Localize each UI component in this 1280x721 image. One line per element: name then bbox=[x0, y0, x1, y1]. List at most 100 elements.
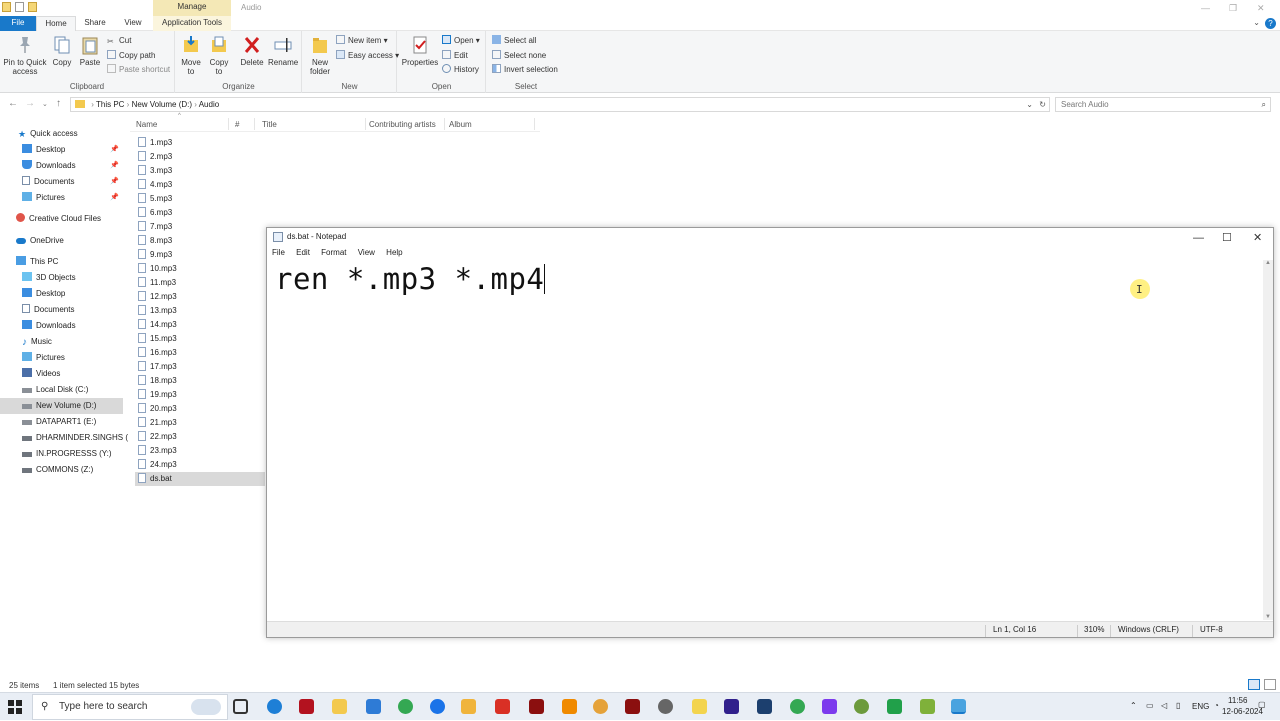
file-row[interactable]: 23.mp3 bbox=[135, 444, 265, 458]
rename-button[interactable]: Rename bbox=[268, 35, 298, 67]
nav-network-drive-y[interactable]: IN.PROGRESSS (Y:) bbox=[0, 446, 123, 462]
notepad-taskbar-icon[interactable] bbox=[951, 699, 966, 714]
invert-selection-button[interactable]: Invert selection bbox=[492, 64, 558, 76]
new-item-button[interactable]: New item ▾ bbox=[336, 35, 388, 47]
file-row[interactable]: 13.mp3 bbox=[135, 304, 265, 318]
nav-this-pc[interactable]: This PC bbox=[0, 254, 123, 270]
open-button[interactable]: Open ▾ bbox=[442, 35, 480, 47]
nav-new-volume-d[interactable]: New Volume (D:) bbox=[0, 398, 123, 414]
minimize-icon[interactable]: — bbox=[1201, 3, 1210, 13]
file-row[interactable]: 16.mp3 bbox=[135, 346, 265, 360]
back-icon[interactable]: ← bbox=[8, 98, 18, 109]
chrome-icon[interactable] bbox=[398, 699, 413, 714]
notes-icon[interactable] bbox=[692, 699, 707, 714]
close-icon[interactable]: ✕ bbox=[1257, 3, 1265, 14]
menu-file[interactable]: File bbox=[272, 248, 285, 257]
paste-shortcut-button[interactable]: Paste shortcut bbox=[107, 64, 170, 76]
app-icon[interactable] bbox=[854, 699, 869, 714]
nav-local-disk-c[interactable]: Local Disk (C:) bbox=[0, 382, 123, 398]
file-row[interactable]: 7.mp3 bbox=[135, 220, 265, 234]
animate-icon[interactable] bbox=[625, 699, 640, 714]
search-input[interactable]: Search Audio ⌕ bbox=[1055, 97, 1271, 112]
tab-share[interactable]: Share bbox=[76, 16, 114, 31]
breadcrumb-audio[interactable]: Audio bbox=[199, 100, 219, 109]
file-row[interactable]: 20.mp3 bbox=[135, 402, 265, 416]
task-view-icon[interactable] bbox=[233, 699, 248, 714]
nav-quick-access[interactable]: ★ Quick access bbox=[0, 126, 123, 142]
file-row[interactable]: 21.mp3 bbox=[135, 416, 265, 430]
breadcrumb-new-volume[interactable]: New Volume (D:) bbox=[132, 100, 192, 109]
nav-pc-documents[interactable]: Documents bbox=[0, 302, 123, 318]
visual-studio-icon[interactable] bbox=[724, 699, 739, 714]
app-icon[interactable] bbox=[658, 699, 673, 714]
paste-button[interactable]: Paste bbox=[77, 35, 103, 67]
column-divider[interactable] bbox=[228, 118, 229, 130]
file-row[interactable]: 22.mp3 bbox=[135, 430, 265, 444]
flash-icon[interactable] bbox=[299, 699, 314, 714]
column-divider[interactable] bbox=[444, 118, 445, 130]
file-row[interactable]: ds.bat bbox=[135, 472, 265, 486]
address-dropdown-icon[interactable]: ⌄ bbox=[1026, 98, 1033, 111]
column-divider[interactable] bbox=[254, 118, 255, 130]
nav-videos[interactable]: Videos bbox=[0, 366, 123, 382]
select-none-button[interactable]: Select none bbox=[492, 50, 546, 62]
menu-format[interactable]: Format bbox=[321, 248, 346, 257]
wifi-icon[interactable]: ◔ bbox=[1214, 701, 1219, 710]
scroll-up-icon[interactable]: ▲ bbox=[1265, 260, 1271, 266]
file-explorer-icon[interactable] bbox=[332, 699, 347, 714]
nav-datapart1-e[interactable]: DATAPART1 (E:) bbox=[0, 414, 123, 430]
file-row[interactable]: 17.mp3 bbox=[135, 360, 265, 374]
column-title[interactable]: Title bbox=[262, 120, 277, 129]
app-icon[interactable] bbox=[822, 699, 837, 714]
column-divider[interactable] bbox=[365, 118, 366, 130]
calculator-icon[interactable] bbox=[366, 699, 381, 714]
large-icons-view-icon[interactable] bbox=[1264, 679, 1276, 690]
pin-to-quick-access-button[interactable]: Pin to Quick access bbox=[2, 35, 48, 76]
pin-icon[interactable]: 📌 bbox=[110, 190, 119, 206]
media-icon[interactable] bbox=[461, 699, 476, 714]
chrome-icon[interactable] bbox=[593, 699, 608, 714]
file-row[interactable]: 1.mp3 bbox=[135, 136, 265, 150]
nav-onedrive[interactable]: OneDrive bbox=[0, 233, 123, 249]
nav-downloads[interactable]: Downloads 📌 bbox=[0, 158, 123, 174]
new-folder-button[interactable]: New folder bbox=[305, 35, 335, 76]
copy-path-button[interactable]: Copy path bbox=[107, 50, 155, 62]
network-icon[interactable]: ▭ bbox=[1146, 701, 1154, 710]
visio-icon[interactable] bbox=[757, 699, 772, 714]
app-icon[interactable] bbox=[887, 699, 902, 714]
file-row[interactable]: 12.mp3 bbox=[135, 290, 265, 304]
tab-home[interactable]: Home bbox=[36, 16, 76, 31]
tab-file[interactable]: File bbox=[0, 16, 36, 31]
breadcrumb-this-pc[interactable]: This PC bbox=[96, 100, 124, 109]
chevron-down-icon[interactable]: ⌄ bbox=[1253, 18, 1260, 27]
file-row[interactable]: 15.mp3 bbox=[135, 332, 265, 346]
acrobat-icon[interactable] bbox=[495, 699, 510, 714]
taskbar-search-input[interactable]: ⚲ Type here to search bbox=[32, 694, 228, 720]
menu-help[interactable]: Help bbox=[386, 248, 402, 257]
menu-edit[interactable]: Edit bbox=[296, 248, 310, 257]
file-row[interactable]: 3.mp3 bbox=[135, 164, 265, 178]
notifications-icon[interactable]: ▢ bbox=[1258, 700, 1266, 709]
history-button[interactable]: History bbox=[442, 64, 479, 76]
nav-pc-pictures[interactable]: Pictures bbox=[0, 350, 123, 366]
up-icon[interactable]: ↑ bbox=[56, 98, 61, 109]
column-number[interactable]: # bbox=[235, 120, 239, 129]
nav-pc-desktop[interactable]: Desktop bbox=[0, 286, 123, 302]
chevron-up-icon[interactable]: ⌃ bbox=[1130, 701, 1137, 710]
file-row[interactable]: 4.mp3 bbox=[135, 178, 265, 192]
nav-pc-downloads[interactable]: Downloads bbox=[0, 318, 123, 334]
close-icon[interactable]: ✕ bbox=[1253, 229, 1262, 247]
nav-music[interactable]: ♪ Music bbox=[0, 334, 123, 350]
app-icon[interactable] bbox=[430, 699, 445, 714]
battery-icon[interactable]: ▯ bbox=[1176, 701, 1180, 710]
minimize-icon[interactable]: — bbox=[1193, 229, 1204, 247]
properties-button[interactable]: Properties bbox=[401, 35, 439, 67]
nav-3d-objects[interactable]: 3D Objects bbox=[0, 270, 123, 286]
copy-to-button[interactable]: Copy to bbox=[206, 35, 232, 76]
file-row[interactable]: 10.mp3 bbox=[135, 262, 265, 276]
windows-start-icon[interactable] bbox=[8, 700, 22, 714]
clock-date[interactable]: 12-06-2024 bbox=[1222, 707, 1263, 716]
column-divider[interactable] bbox=[534, 118, 535, 130]
delete-button[interactable]: Delete bbox=[239, 35, 265, 67]
file-row[interactable]: 2.mp3 bbox=[135, 150, 265, 164]
